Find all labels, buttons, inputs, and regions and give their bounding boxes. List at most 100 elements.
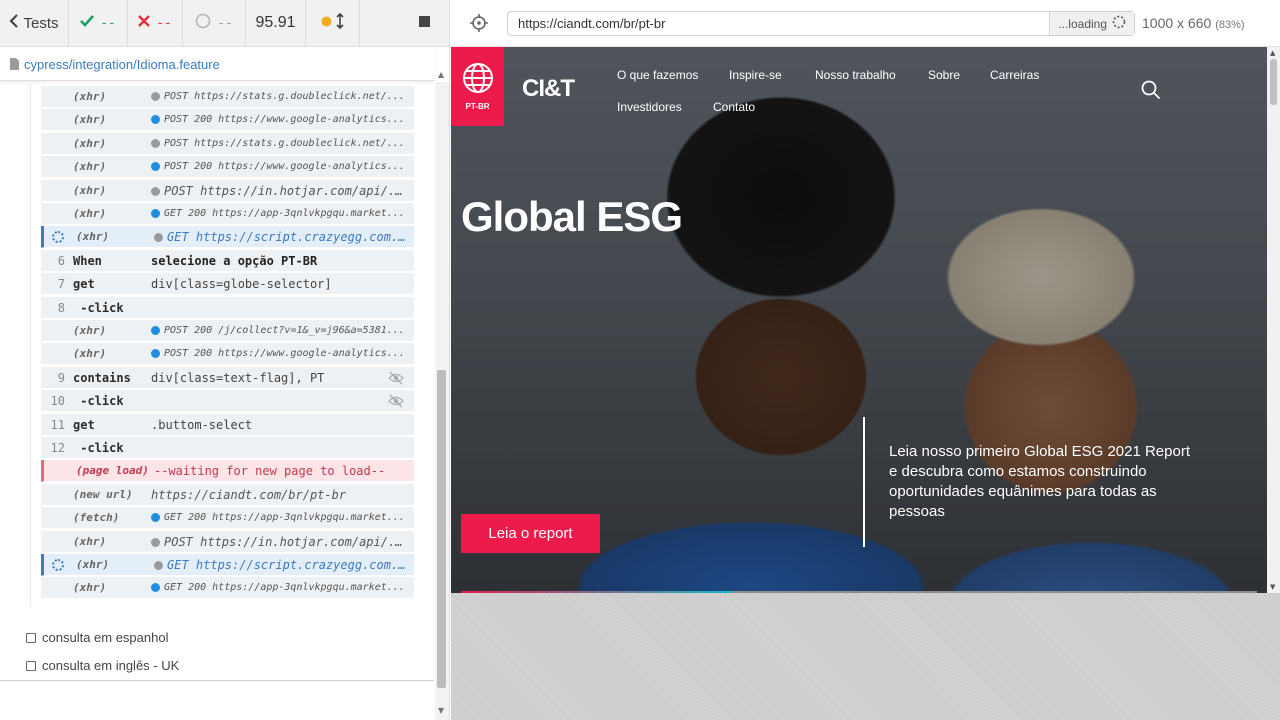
command-message-text: POST 200 /j/collect?v=1&_v=j96&a=5381... (164, 325, 405, 336)
command-row[interactable]: (xhr) POST 200 https://www.google-analyti… (41, 109, 414, 131)
nav-investidores[interactable]: Investidores (617, 100, 682, 114)
command-row[interactable]: 7 get div[class=globe-selector] (41, 273, 414, 295)
command-row[interactable]: (xhr) POST https://in.hotjar.com/api/... (41, 180, 414, 202)
scroll-down-arrow-icon[interactable]: ▼ (1270, 583, 1275, 591)
command-message: POST https://stats.g.doubleclick.net/... (151, 138, 409, 149)
search-icon[interactable] (1141, 80, 1161, 100)
command-message-text: POST https://stats.g.doubleclick.net/... (164, 91, 405, 102)
status-dot-icon (151, 161, 160, 171)
stop-button[interactable] (360, 0, 449, 46)
command-message-text: --waiting for new page to load-- (154, 464, 386, 478)
command-message: POST https://in.hotjar.com/api/... (151, 535, 409, 549)
globe-selector[interactable]: PT-BR (451, 47, 504, 126)
test-item[interactable]: consulta em espanhol (26, 630, 168, 645)
stop-icon (419, 15, 430, 31)
loading-label: ...loading (1058, 16, 1107, 31)
command-row[interactable]: 10 -click (41, 390, 414, 412)
url-bar[interactable]: https://ciandt.com/br/pt-br ...loading (507, 11, 1135, 36)
command-message: --waiting for new page to load-- (154, 464, 412, 478)
command-row[interactable]: (xhr) POST https://in.hotjar.com/api/... (41, 531, 414, 553)
command-name: (xhr) (76, 558, 110, 571)
command-message: POST 200 https://www.google-analytics... (151, 348, 409, 359)
command-row[interactable]: 8 -click (41, 297, 414, 319)
scroll-up-arrow-icon[interactable]: ▲ (1270, 49, 1275, 57)
command-row[interactable]: (xhr) GET 200 https://app-3qnlvkpgqu.mark… (41, 203, 414, 225)
scroll-arrows-icon (336, 12, 344, 33)
pending-count: -- (183, 0, 246, 46)
command-row[interactable]: (new url) https://ciandt.com/br/pt-br (41, 484, 414, 506)
command-row[interactable]: (xhr) POST 200 /j/collect?v=1&_v=j96&a=53… (41, 320, 414, 342)
command-row[interactable]: 12 -click (41, 437, 414, 459)
command-row[interactable]: (fetch) GET 200 https://app-3qnlvkpgqu.ma… (41, 507, 414, 529)
ciandt-logo[interactable]: CI&T (522, 75, 575, 103)
command-message: POST 200 https://www.google-analytics... (151, 114, 409, 125)
language-label: PT-BR (465, 102, 490, 111)
failed-value: -- (156, 15, 172, 31)
status-dot-icon (151, 114, 160, 124)
command-number: 11 (50, 418, 65, 432)
command-row[interactable]: (xhr) POST 200 https://www.google-analyti… (41, 156, 414, 178)
command-name: (xhr) (73, 581, 107, 594)
nav-carreiras[interactable]: Carreiras (990, 68, 1039, 82)
nav-o-que-fazemos[interactable]: O que fazemos (617, 68, 698, 82)
pending-spinner-icon (52, 559, 64, 571)
command-name: (xhr) (73, 137, 107, 150)
command-row[interactable]: 9 contains div[class=text-flag], PT (41, 367, 414, 389)
command-number: 9 (57, 371, 65, 385)
viewport-size: 1000 x 660 (1142, 15, 1212, 31)
check-icon (80, 15, 95, 31)
running-dot-icon (321, 15, 332, 31)
command-message: GET https://script.crazyegg.com... (154, 230, 412, 244)
command-message: GET https://script.crazyegg.com... (154, 558, 412, 572)
nav-contato[interactable]: Contato (713, 100, 755, 114)
nav-nosso-trabalho[interactable]: Nosso trabalho (815, 68, 896, 82)
back-to-tests-button[interactable]: Tests (0, 0, 69, 46)
command-row[interactable]: (page load) --waiting for new page to loa… (41, 460, 414, 482)
command-list: (xhr) POST https://stats.g.doubleclick.ne… (41, 86, 414, 606)
nav-sobre[interactable]: Sobre (928, 68, 960, 82)
viewport-scale: (83%) (1215, 19, 1245, 31)
command-row[interactable]: 11 get .buttom-select (41, 414, 414, 436)
chevron-left-icon (9, 14, 19, 32)
selector-playground-icon[interactable] (470, 14, 488, 32)
scrollbar-thumb[interactable] (437, 370, 446, 688)
autoscroll-toggle[interactable] (306, 0, 360, 46)
scroll-down-arrow-icon[interactable]: ▼ (438, 706, 444, 715)
hero-description: Leia nosso primeiro Global ESG 2021 Repo… (889, 443, 1190, 520)
command-name: (new url) (73, 488, 133, 501)
app-iframe[interactable]: PT-BR CI&T O que fazemos Inspire-se Noss… (451, 47, 1267, 593)
command-row[interactable]: (xhr) GET https://script.crazyegg.com... (41, 226, 414, 248)
reporter-scrollbar[interactable]: ▲ ▼ (435, 70, 449, 720)
command-row[interactable]: (xhr) POST https://stats.g.doubleclick.ne… (41, 133, 414, 155)
loading-indicator: ...loading (1049, 12, 1134, 35)
command-row[interactable]: 6 When selecione a opção PT-BR (41, 250, 414, 272)
command-name: (xhr) (73, 207, 107, 220)
command-row[interactable]: (xhr) POST https://stats.g.doubleclick.ne… (41, 86, 414, 108)
read-report-button[interactable]: Leia o report (461, 514, 600, 553)
nav-inspire-se[interactable]: Inspire-se (729, 68, 782, 82)
command-log-panel: Tests -- -- -- 95.91 cypress/integration… (0, 0, 450, 720)
command-name: (xhr) (73, 535, 107, 548)
pending-spinner-icon (52, 231, 64, 243)
command-name: (xhr) (73, 184, 107, 197)
passed-count: -- (69, 0, 128, 46)
file-icon (10, 55, 19, 74)
scroll-up-arrow-icon[interactable]: ▲ (438, 70, 444, 79)
spec-file-link[interactable]: cypress/integration/Idioma.feature (24, 57, 220, 72)
command-name: (xhr) (73, 113, 107, 126)
test-item[interactable]: consulta em inglês - UK (26, 658, 179, 673)
app-scrollbar[interactable]: ▲ ▼ (1267, 47, 1280, 593)
command-row[interactable]: (xhr) GET https://script.crazyegg.com... (41, 554, 414, 576)
status-dot-icon (154, 561, 163, 570)
failed-count: -- (128, 0, 183, 46)
app-scrollbar-thumb[interactable] (1270, 59, 1277, 105)
status-dot-icon (151, 91, 160, 101)
command-number: 7 (57, 277, 65, 291)
command-row[interactable]: (xhr) GET 200 https://app-3qnlvkpgqu.mark… (41, 577, 414, 599)
command-row[interactable]: (xhr) POST 200 https://www.google-analyti… (41, 343, 414, 365)
command-message: POST 200 /j/collect?v=1&_v=j96&a=5381... (151, 325, 409, 336)
command-message-text: POST https://in.hotjar.com/api/... (164, 184, 409, 198)
tests-label: Tests (23, 14, 59, 32)
command-name: (xhr) (73, 160, 107, 173)
command-message: div[class=globe-selector] (151, 277, 409, 291)
